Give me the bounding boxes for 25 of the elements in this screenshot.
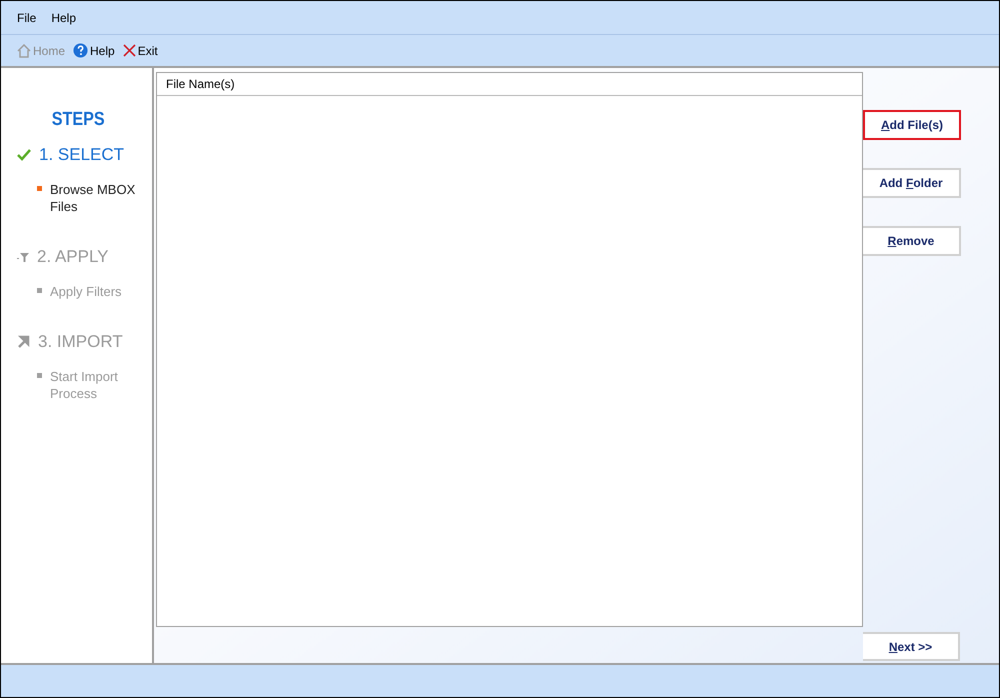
step-subitem: Browse MBOX Files <box>50 180 136 214</box>
toolbar-button[interactable]: Help <box>73 42 115 60</box>
action-button[interactable]: Add File(s) <box>863 110 961 140</box>
step-title: 3. IMPORT <box>38 330 123 353</box>
bullet-icon <box>37 372 42 378</box>
toolbar-button[interactable]: Exit <box>122 42 158 60</box>
next-button[interactable]: Next >> <box>863 632 960 661</box>
action-button[interactable]: Add Folder <box>863 168 961 198</box>
step-subitem: Apply Filters <box>50 282 122 300</box>
close-icon <box>122 44 136 57</box>
home-icon <box>17 44 31 58</box>
check-icon <box>17 148 31 160</box>
step-title: 2. APPLY <box>37 246 109 268</box>
step-subitem: Start Import Process <box>50 368 118 402</box>
arrow-icon <box>17 335 30 348</box>
menu-item[interactable]: Help <box>45 8 82 26</box>
help-icon <box>73 43 88 58</box>
filter-icon <box>17 250 29 262</box>
menu-item[interactable]: File <box>11 8 42 26</box>
step-title: 1. SELECT <box>39 144 124 166</box>
steps-title: STEPS <box>50 108 106 132</box>
action-button[interactable]: Remove <box>863 226 961 256</box>
column-header[interactable]: File Name(s) <box>157 75 244 93</box>
bullet-icon <box>37 288 42 292</box>
bullet-icon <box>37 186 42 190</box>
